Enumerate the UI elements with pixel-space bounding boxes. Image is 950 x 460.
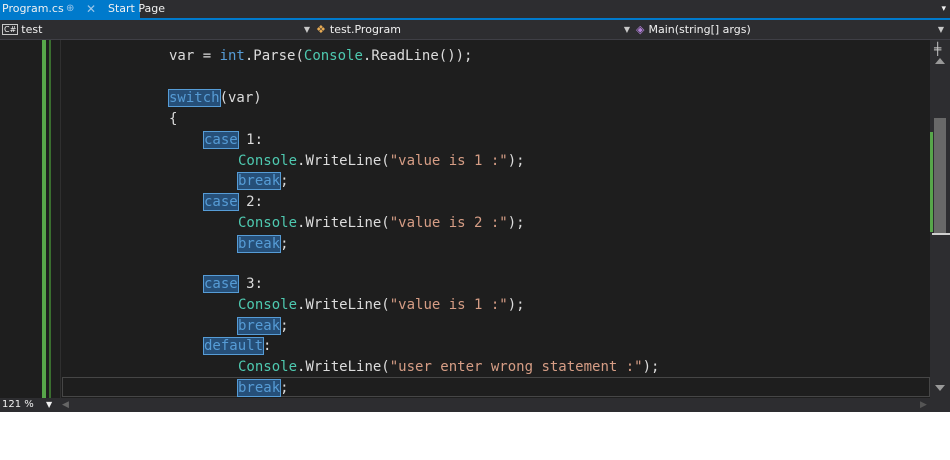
code-editor[interactable]: var = int.Parse(Console.ReadLine()); swi…	[0, 40, 950, 398]
current-line-highlight	[62, 377, 930, 397]
project-dropdown[interactable]: C# test ▼	[2, 20, 314, 39]
code-line[interactable]: var = int.Parse(Console.ReadLine());	[169, 46, 472, 66]
visual-studio-window: Program.cs ⊕ ✕ Start Page ▾ C# test ▼ ❖ te…	[0, 0, 950, 412]
zoom-level[interactable]: 121 %	[2, 398, 34, 412]
class-dropdown[interactable]: ❖ test.Program ▼	[316, 20, 634, 39]
scroll-down-icon[interactable]	[935, 385, 945, 391]
scroll-thumb[interactable]	[934, 118, 946, 234]
code-line[interactable]: break;	[236, 171, 289, 191]
code-line[interactable]: Console.WriteLine("user enter wrong stat…	[238, 357, 659, 377]
tab-start-page[interactable]: Start Page	[108, 0, 165, 18]
tab-label: Start Page	[108, 2, 165, 15]
vertical-scrollbar[interactable]: ╪	[930, 40, 950, 398]
code-line[interactable]: Console.WriteLine("value is 2 :");	[238, 213, 525, 233]
code-line[interactable]: break;	[236, 316, 289, 336]
pin-icon[interactable]: ⊕	[66, 0, 74, 18]
code-line[interactable]: break;	[236, 234, 289, 254]
scroll-up-icon[interactable]	[935, 58, 945, 64]
chevron-down-icon: ▼	[303, 25, 310, 34]
chevron-down-icon: ▼	[937, 25, 944, 34]
csharp-project-icon: C#	[2, 24, 19, 35]
class-name: test.Program	[329, 23, 401, 36]
method-icon: ◈	[636, 23, 645, 36]
tab-overflow-dropdown-icon[interactable]: ▾	[941, 0, 946, 18]
editor-bottom-bar: 121 % ▼ ◀ ▶	[0, 398, 950, 412]
code-line[interactable]: case 2:	[203, 192, 263, 212]
code-line[interactable]: switch(var)	[168, 88, 262, 108]
indent-guide	[60, 40, 61, 398]
close-icon[interactable]: ✕	[86, 0, 96, 18]
code-line[interactable]: break;	[236, 378, 289, 398]
member-dropdown[interactable]: ◈ Main(string[] args) ▼	[636, 20, 948, 39]
zoom-dropdown-icon[interactable]: ▼	[46, 398, 52, 412]
class-icon: ❖	[316, 23, 326, 36]
chevron-down-icon: ▼	[623, 25, 630, 34]
scrollbar-change-marker	[930, 132, 933, 232]
caret-position-marker	[932, 233, 950, 235]
document-tab-strip: Program.cs ⊕ ✕ Start Page ▾	[0, 0, 950, 18]
split-window-icon[interactable]: ╪	[934, 42, 941, 56]
member-name: Main(string[] args)	[648, 23, 751, 36]
code-line[interactable]: Console.WriteLine("value is 1 :");	[238, 295, 525, 315]
scroll-left-icon[interactable]: ◀	[62, 398, 69, 412]
code-line[interactable]: Console.WriteLine("value is 1 :");	[238, 151, 525, 171]
tab-label: Program.cs	[2, 2, 64, 15]
project-name: test	[21, 23, 43, 36]
code-line[interactable]: case 3:	[203, 274, 263, 294]
code-line[interactable]: {	[169, 109, 177, 129]
scroll-right-icon[interactable]: ▶	[920, 398, 927, 412]
navigation-bar: C# test ▼ ❖ test.Program ▼ ◈ Main(string[] …	[0, 20, 950, 40]
code-line[interactable]: default:	[202, 336, 271, 356]
code-text[interactable]: var = int.Parse(Console.ReadLine()); swi…	[0, 40, 659, 412]
code-line[interactable]: case 1:	[203, 130, 263, 150]
